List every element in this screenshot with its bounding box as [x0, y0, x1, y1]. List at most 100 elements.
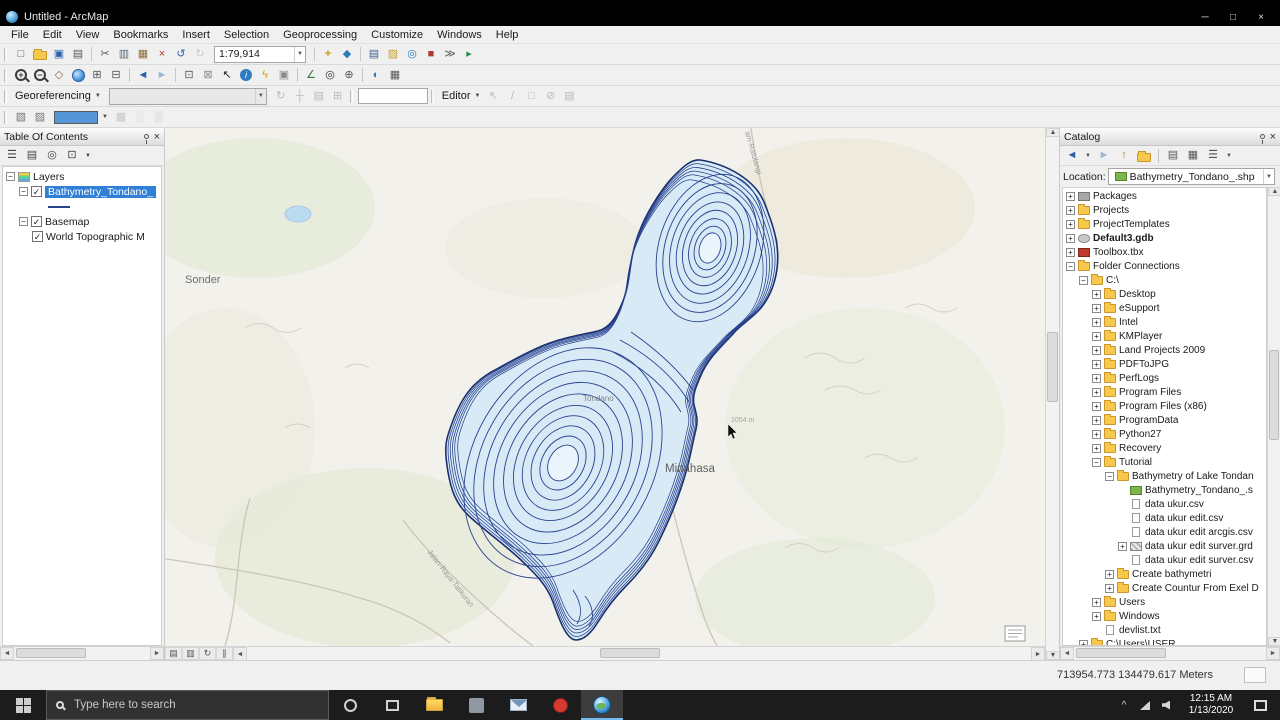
catalog-item[interactable]: + Program Files (x86): [1063, 399, 1266, 413]
scrollbar-track[interactable]: [1268, 196, 1280, 637]
tree-expander-icon[interactable]: +: [1092, 401, 1101, 411]
scroll-right-button[interactable]: ►: [1266, 647, 1280, 660]
catalog-item-label[interactable]: C:\: [1106, 275, 1119, 286]
catalog-item[interactable]: data ukur edit.csv: [1063, 511, 1266, 525]
catalog-item[interactable]: + Projects: [1063, 203, 1266, 217]
tree-expander-icon[interactable]: +: [1092, 289, 1101, 299]
tree-expander-icon[interactable]: −: [6, 172, 15, 181]
undo-icon[interactable]: ↺: [172, 46, 190, 63]
refresh-view-button[interactable]: ↻: [199, 647, 216, 660]
copy-icon[interactable]: ▥: [115, 46, 133, 63]
fill-tool-icon[interactable]: ▒: [150, 109, 168, 126]
toc-close-icon[interactable]: ×: [154, 131, 160, 143]
tree-expander-icon[interactable]: −: [19, 187, 28, 196]
toc-item[interactable]: ✓ World Topographic M: [3, 229, 161, 244]
measure-icon[interactable]: ∠: [302, 67, 320, 84]
menu-windows[interactable]: Windows: [430, 28, 489, 42]
layer-checkbox[interactable]: ✓: [31, 216, 42, 227]
fixed-zoom-out-icon[interactable]: ⊟: [107, 67, 125, 84]
scrollbar-thumb[interactable]: [1076, 648, 1166, 658]
catalog-item[interactable]: data ukur edit surver.csv: [1063, 553, 1266, 567]
tree-expander-icon[interactable]: −: [1105, 471, 1114, 481]
catalog-item-label[interactable]: data ukur edit surver.grd: [1145, 541, 1253, 552]
catalog-item-label[interactable]: devlist.txt: [1119, 625, 1161, 636]
catalog-item-label[interactable]: Desktop: [1119, 289, 1156, 300]
catalog-item-label[interactable]: data ukur.csv: [1145, 499, 1204, 510]
catalog-back-dropdown-icon[interactable]: ▼: [1083, 147, 1093, 164]
catalog-item[interactable]: + Packages: [1063, 189, 1266, 203]
toc-item[interactable]: [3, 199, 161, 214]
tree-expander-icon[interactable]: +: [1066, 191, 1075, 201]
catalog-item-label[interactable]: Packages: [1093, 191, 1137, 202]
scroll-left-button[interactable]: ◄: [1060, 647, 1074, 660]
viewer-window-icon[interactable]: ▦: [386, 67, 404, 84]
catalog-item-label[interactable]: Bathymetry of Lake Tondan: [1132, 471, 1254, 482]
layer-label[interactable]: Layers: [33, 171, 65, 183]
catalog-item[interactable]: devlist.txt: [1063, 623, 1266, 637]
catalog-item[interactable]: Bathymetry_Tondano_.s: [1063, 483, 1266, 497]
layer-label[interactable]: Basemap: [45, 216, 89, 228]
list-by-drawing-order-icon[interactable]: ☰: [3, 147, 21, 164]
modelbuilder-icon[interactable]: ▸: [460, 46, 478, 63]
catalog-item[interactable]: − Folder Connections: [1063, 259, 1266, 273]
fixed-zoom-in-icon[interactable]: ⊞: [88, 67, 106, 84]
map-view[interactable]: Sonder Tondano Minahasa Jalan-Raya-Talikura…: [165, 128, 1045, 646]
connect-to-folder-icon[interactable]: [1135, 147, 1153, 164]
catalog-item-label[interactable]: ProgramData: [1119, 415, 1178, 426]
catalog-item[interactable]: + Land Projects 2009: [1063, 343, 1266, 357]
pin-icon[interactable]: [143, 134, 149, 144]
catalog-item[interactable]: + Recovery: [1063, 441, 1266, 455]
redo-icon[interactable]: ↻: [191, 46, 209, 63]
restore-button[interactable]: □: [1220, 12, 1246, 23]
scroll-right-button[interactable]: ►: [1031, 647, 1045, 661]
catalog-item[interactable]: + PerfLogs: [1063, 371, 1266, 385]
identify-icon[interactable]: i: [237, 67, 255, 84]
find-icon[interactable]: ◎: [321, 67, 339, 84]
georeferencing-menu-button[interactable]: Georeferencing ▼: [12, 88, 104, 105]
toolbar-grip[interactable]: [349, 89, 353, 103]
catalog-item[interactable]: + eSupport: [1063, 301, 1266, 315]
catalog-item[interactable]: − C:\: [1063, 273, 1266, 287]
catalog-item-label[interactable]: Folder Connections: [1093, 261, 1180, 272]
scroll-up-button[interactable]: ▲: [1046, 128, 1060, 137]
select-features-icon[interactable]: ⊡: [180, 67, 198, 84]
tree-expander-icon[interactable]: +: [1092, 429, 1101, 439]
python-window-icon[interactable]: ≫: [441, 46, 459, 63]
pin-icon[interactable]: [1259, 134, 1265, 144]
scrollbar-track[interactable]: [1046, 137, 1059, 651]
tree-expander-icon[interactable]: +: [1066, 247, 1075, 257]
catalog-item[interactable]: data ukur edit arcgis.csv: [1063, 525, 1266, 539]
tree-expander-icon[interactable]: +: [1092, 317, 1101, 327]
attributes-icon[interactable]: ▤: [560, 88, 578, 105]
catalog-item-label[interactable]: Create Countur From Exel D: [1132, 583, 1259, 594]
split-tool-icon[interactable]: ⊘: [541, 88, 559, 105]
map-note-box[interactable]: [1004, 625, 1026, 642]
back-extent-icon[interactable]: ◄: [134, 67, 152, 84]
menu-help[interactable]: Help: [489, 28, 526, 42]
tree-expander-icon[interactable]: +: [1092, 611, 1101, 621]
catalog-item[interactable]: + Python27: [1063, 427, 1266, 441]
scrollbar-track[interactable]: [1074, 647, 1266, 660]
catalog-item[interactable]: + Program Files: [1063, 385, 1266, 399]
toolbar-grip[interactable]: [4, 47, 7, 61]
tree-expander-icon[interactable]: +: [1092, 387, 1101, 397]
tree-expander-icon[interactable]: +: [1118, 541, 1127, 551]
tree-expander-icon[interactable]: +: [1092, 443, 1101, 453]
tree-expander-icon[interactable]: +: [1092, 331, 1101, 341]
select-elements-icon[interactable]: ↖: [218, 67, 236, 84]
toolbar-grip[interactable]: [4, 89, 7, 103]
minimize-button[interactable]: ─: [1192, 12, 1218, 23]
new-map-icon[interactable]: □: [12, 46, 30, 63]
zoom-out-icon[interactable]: −: [31, 67, 49, 84]
editor-menu-button[interactable]: Editor ▼: [439, 88, 484, 105]
catalog-item[interactable]: + Toolbox.tbx: [1063, 245, 1266, 259]
start-button[interactable]: [0, 690, 46, 720]
tree-expander-icon[interactable]: +: [1066, 205, 1075, 215]
clear-selection-icon[interactable]: ⊠: [199, 67, 217, 84]
sketch-tool-icon[interactable]: /: [503, 88, 521, 105]
hyperlink-icon[interactable]: ϟ: [256, 67, 274, 84]
search-window-icon[interactable]: ◎: [403, 46, 421, 63]
data-view-button[interactable]: ▤: [165, 647, 182, 660]
toc-item[interactable]: − Layers: [3, 169, 161, 184]
task-view-button[interactable]: [371, 690, 413, 720]
